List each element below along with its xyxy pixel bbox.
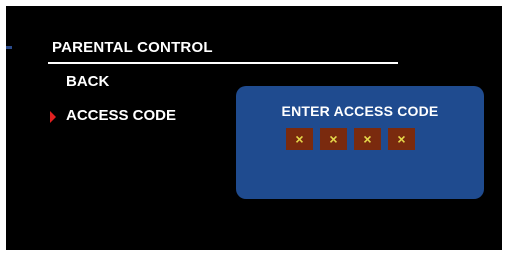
code-digit-3[interactable]: × xyxy=(354,128,381,150)
dialog-title: ENTER ACCESS CODE xyxy=(281,103,439,119)
menu-item-back[interactable]: BACK xyxy=(66,73,109,90)
code-digit-2[interactable]: × xyxy=(320,128,347,150)
edge-indicator xyxy=(6,46,12,49)
menu-item-access-code[interactable]: ACCESS CODE xyxy=(66,107,176,124)
tv-screen: PARENTAL CONTROL BACK ACCESS CODE ENTER … xyxy=(6,6,502,250)
code-digit-1[interactable]: × xyxy=(286,128,313,150)
selection-arrow-icon xyxy=(50,111,56,123)
code-entry-row: × × × × xyxy=(286,128,415,150)
code-digit-4[interactable]: × xyxy=(388,128,415,150)
menu-title: PARENTAL CONTROL xyxy=(52,39,213,56)
title-underline xyxy=(48,62,398,64)
access-code-dialog: ENTER ACCESS CODE × × × × xyxy=(236,86,484,199)
